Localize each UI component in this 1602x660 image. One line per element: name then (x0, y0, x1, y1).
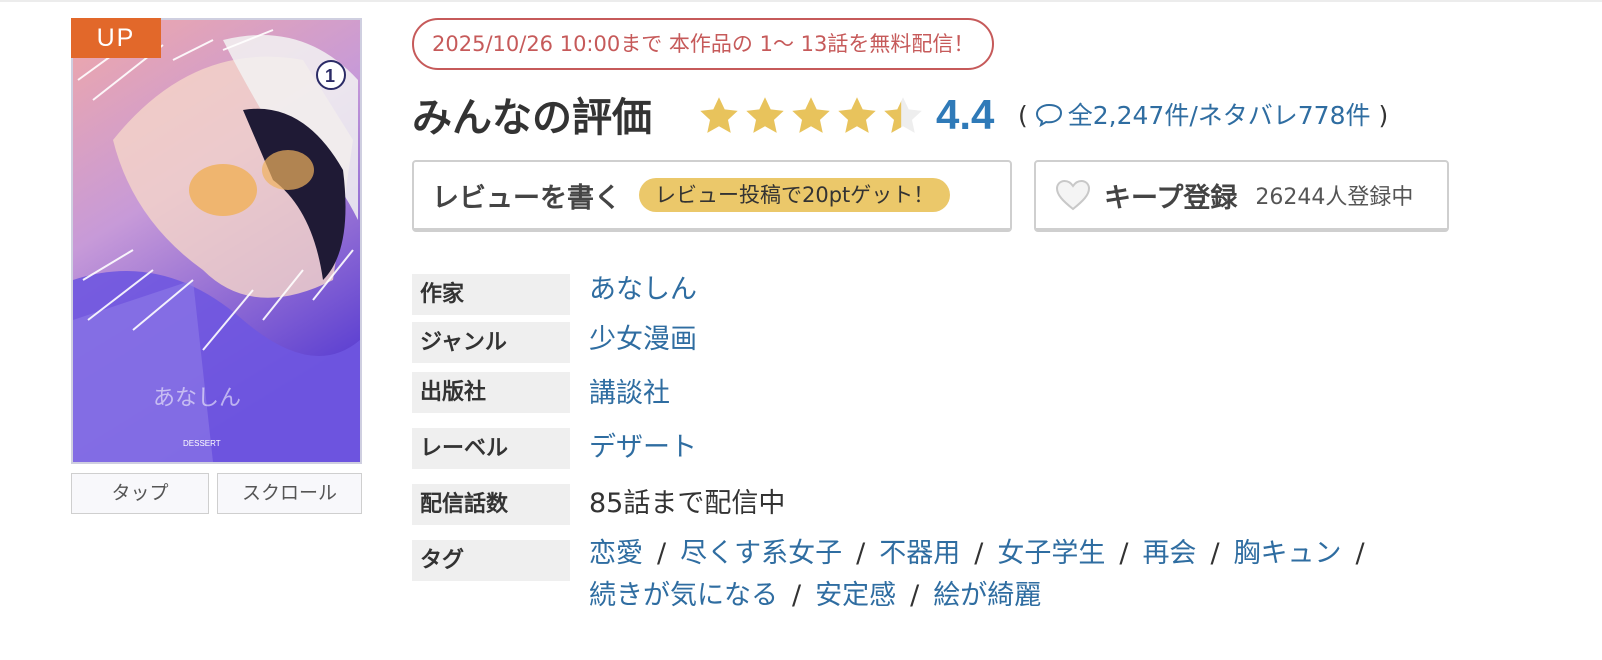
tag-link[interactable]: 胸キュン (1234, 538, 1342, 569)
imprint-link[interactable]: デザート (589, 428, 697, 468)
tag-link[interactable]: 恋愛 (589, 538, 643, 569)
cover-image[interactable]: 1 あなしん DESSERT (71, 18, 362, 464)
tag-link[interactable]: 再会 (1142, 538, 1196, 569)
episodes-label: 配信話数 (412, 484, 570, 525)
star-icon (792, 97, 830, 133)
rating-heading: みんなの評価 (412, 95, 652, 141)
write-review-label: レビューを書く (432, 182, 621, 214)
keep-label: キープ登録 (1104, 182, 1238, 214)
keep-count: 26244人登録中 (1255, 185, 1414, 210)
tag-link[interactable]: 安定感 (815, 580, 896, 611)
tag-link[interactable]: 続きが気になる (589, 580, 778, 611)
star-icon (838, 97, 876, 133)
publisher-label: 出版社 (412, 372, 570, 413)
tags-label: タグ (412, 540, 570, 581)
count-separator: / (1189, 101, 1198, 130)
review-counts: ( 全2,247件/ネタバレ778件 ) (1018, 96, 1388, 136)
genre-label: ジャンル (412, 322, 570, 363)
tag-link[interactable]: 女子学生 (997, 538, 1105, 569)
star-icon (700, 97, 738, 133)
rating-score: 4.4 (936, 91, 995, 138)
total-reviews-link[interactable]: 全2,247件 (1068, 101, 1190, 130)
publisher-link[interactable]: 講談社 (589, 374, 670, 414)
tag-list: 恋愛 / 尽くす系女子 / 不器用 / 女子学生 / 再会 / 胸キュン / 続きが気になる / 安定感 /… (589, 533, 1449, 617)
imprint-label: レーベル (412, 428, 570, 469)
tag-separator: / (1119, 538, 1129, 569)
episodes-value: 85話まで配信中 (589, 488, 786, 519)
free-campaign-banner: 2025/10/26 10:00まで 本作品の 1〜 13話を無料配信！ (412, 18, 995, 70)
open-paren: ( (1018, 101, 1028, 130)
tag-separator: / (792, 580, 802, 611)
up-badge: UP (71, 18, 161, 58)
tag-separator: / (856, 538, 866, 569)
scroll-button[interactable]: スクロール (217, 473, 362, 514)
write-review-button[interactable]: レビューを書く レビュー投稿で20ptゲット！ (412, 160, 1012, 232)
author-link[interactable]: あなしん (589, 270, 697, 310)
top-divider (0, 0, 1602, 2)
genre-link[interactable]: 少女漫画 (589, 320, 697, 360)
tag-link[interactable]: 尽くす系女子 (680, 538, 842, 569)
tap-button[interactable]: タップ (71, 473, 209, 514)
review-points-badge: レビュー投稿で20ptゲット！ (639, 178, 951, 212)
spoiler-reviews-link[interactable]: ネタバレ778件 (1198, 101, 1371, 130)
half-star-icon (884, 97, 922, 133)
tag-separator: / (1210, 538, 1220, 569)
keep-button[interactable]: キープ登録 26244人登録中 (1034, 160, 1449, 232)
tag-separator: / (910, 580, 920, 611)
tag-separator: / (974, 538, 984, 569)
tag-separator: / (1355, 538, 1365, 569)
rating-stars (697, 94, 925, 138)
author-label: 作家 (412, 274, 570, 315)
tag-separator: / (657, 538, 667, 569)
star-icon (746, 97, 784, 133)
speech-bubble-icon (1035, 103, 1062, 127)
heart-icon (1055, 179, 1091, 211)
close-paren: ) (1378, 101, 1389, 130)
svg-text:1: 1 (325, 66, 335, 86)
svg-text:あなしん: あなしん (153, 386, 241, 411)
svg-text:DESSERT: DESSERT (183, 439, 221, 448)
tag-link[interactable]: 不器用 (879, 538, 960, 569)
tag-link[interactable]: 絵が綺麗 (933, 580, 1041, 611)
